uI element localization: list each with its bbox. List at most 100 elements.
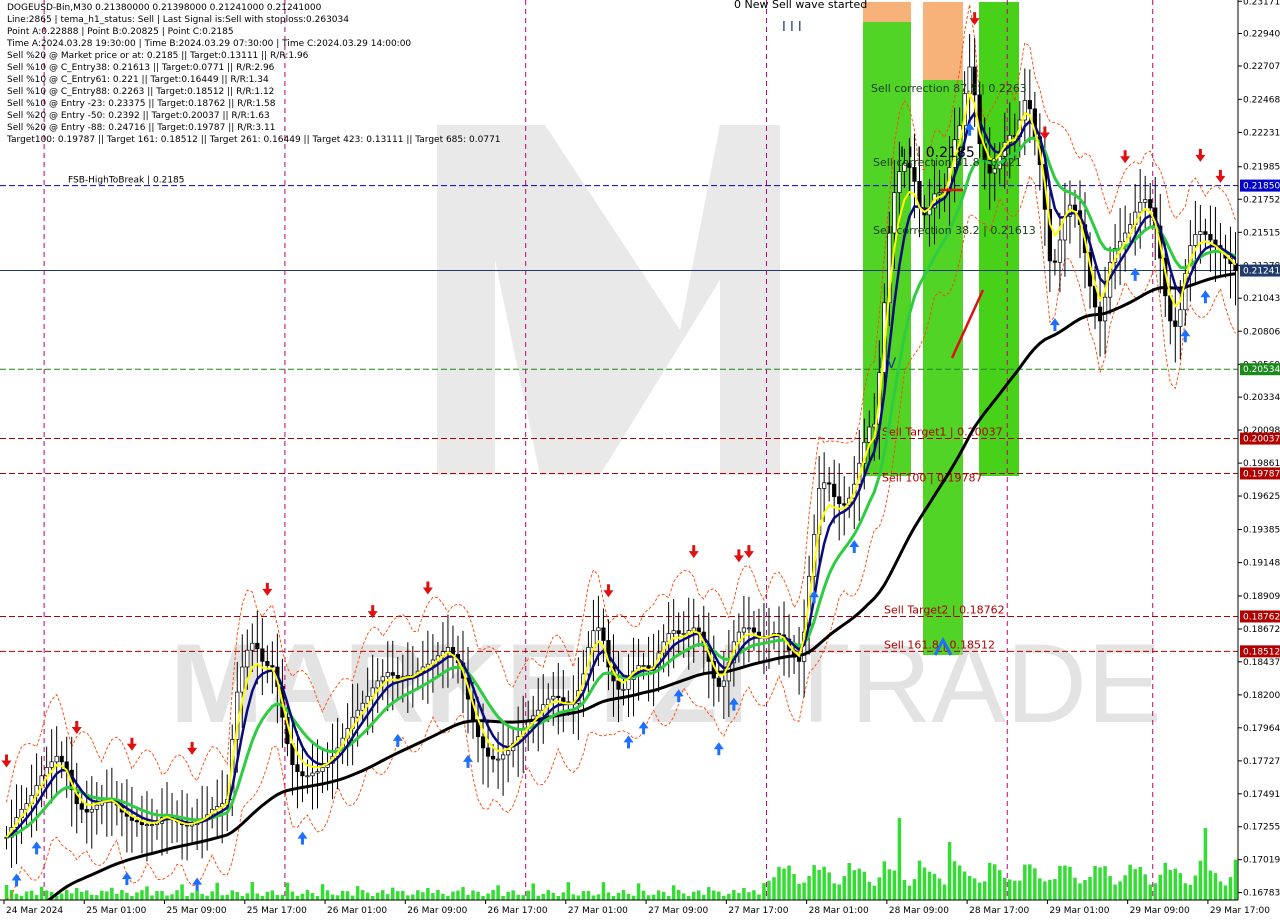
volume-bar — [1158, 874, 1163, 900]
volume-bar — [85, 890, 89, 900]
volume-bar — [501, 895, 505, 900]
buy-arrow-icon — [1200, 290, 1211, 304]
volume-bar — [621, 890, 626, 900]
volume-bar — [837, 884, 841, 900]
sell-arrow-icon — [1215, 169, 1226, 183]
candle-bear — [796, 656, 802, 662]
candle-bull — [641, 665, 646, 667]
volume-bar — [330, 894, 335, 900]
volume-bar — [165, 895, 169, 900]
volume-bar — [110, 887, 114, 900]
volume-bar — [295, 895, 300, 900]
volume-bar — [260, 895, 265, 900]
level-price-tag-text: 0.20037 — [1243, 435, 1280, 445]
volume-bar — [832, 883, 836, 900]
volume-bar — [521, 895, 525, 900]
volume-bar — [937, 878, 942, 900]
volume-bar — [531, 883, 535, 900]
candle-bull — [721, 680, 726, 687]
candle-bear — [1052, 260, 1058, 263]
volume-bar — [471, 890, 475, 900]
volume-bar — [1208, 870, 1213, 900]
volume-bar — [712, 890, 716, 900]
candle-bull — [741, 627, 747, 633]
candle-bull — [54, 755, 59, 763]
level-text: Sell Target2 | 0.18762 — [884, 603, 1005, 616]
y-tick-label: 0.21043 — [1243, 294, 1280, 304]
volume-bar — [636, 883, 641, 900]
candle-bear — [601, 627, 606, 641]
volume-bar — [125, 892, 129, 900]
volume-bar — [411, 894, 415, 900]
volume-bar — [240, 895, 245, 900]
y-tick-label: 0.20334 — [1243, 393, 1280, 403]
y-tick-label: 0.21752 — [1243, 195, 1280, 205]
volume-bar — [917, 860, 922, 900]
volume-bar — [355, 886, 360, 900]
volume-bar — [446, 895, 450, 900]
volume-bar — [39, 886, 44, 900]
y-tick-label: 0.18437 — [1243, 658, 1280, 668]
candle-bear — [837, 496, 842, 505]
volume-bar — [285, 882, 290, 900]
volume-bar — [1138, 866, 1142, 900]
volume-bar — [892, 870, 897, 900]
y-tick-label: 0.22940 — [1243, 29, 1280, 39]
volume-bar — [1008, 879, 1012, 900]
candle-bear — [59, 755, 64, 763]
volume-bar — [24, 891, 29, 900]
candle-bull — [937, 192, 942, 195]
x-tick-label: 26 Mar 01:00 — [327, 906, 387, 916]
candle-bull — [1178, 309, 1183, 327]
volume-bar — [526, 890, 530, 900]
candle-bull — [746, 627, 752, 630]
volume-bar — [967, 876, 972, 900]
y-tick-label: 0.19385 — [1243, 526, 1280, 536]
volume-bar — [952, 861, 957, 900]
volume-bar — [461, 887, 465, 900]
level-price-tag-text: 0.21850 — [1243, 182, 1280, 192]
candle-bull — [144, 824, 150, 827]
volume-bar — [486, 893, 490, 900]
volume-bar — [305, 890, 310, 900]
volume-bar — [646, 895, 651, 900]
volume-bar — [827, 872, 831, 900]
volume-bar — [506, 891, 510, 900]
header-line: Line:2865 | tema_h1_status: Sell | Last … — [7, 15, 349, 25]
header-line: DOGEUSD-Bin,M30 0.21380000 0.21398000 0.… — [7, 3, 322, 13]
volume-bar — [481, 895, 485, 900]
candle-bull — [360, 702, 365, 711]
volume-bar — [671, 885, 676, 900]
candle-bear — [485, 747, 491, 757]
candle-bear — [1072, 204, 1078, 212]
volume-bar — [34, 895, 39, 900]
candle-bull — [506, 750, 511, 756]
level-price-tag-text: 0.21241 — [1243, 267, 1280, 277]
candle-bear — [912, 167, 917, 182]
volume-bar — [180, 884, 184, 900]
volume-bar — [707, 887, 711, 900]
candle-bull — [822, 482, 827, 489]
sell-arrow-icon — [71, 720, 82, 734]
candle-bull — [501, 754, 506, 760]
volume-bar — [561, 892, 566, 900]
y-tick-label: 0.23171 — [1243, 0, 1280, 7]
volume-bar — [822, 866, 826, 900]
candle-bull — [310, 772, 315, 777]
volume-bar — [255, 893, 260, 900]
candle-bull — [626, 679, 631, 690]
volume-bar — [456, 890, 460, 900]
volume-bar — [1188, 884, 1193, 900]
volume-bar — [64, 890, 69, 900]
candle-bull — [1057, 239, 1063, 263]
volume-bar — [265, 891, 270, 900]
volume-bar — [907, 885, 912, 900]
volume-bar — [1133, 869, 1137, 900]
volume-bar — [300, 893, 305, 900]
volume-bar — [576, 895, 581, 900]
volume-bar — [1153, 883, 1157, 900]
candle-bull — [992, 168, 997, 174]
candle-bull — [551, 695, 556, 700]
volume-bar — [882, 861, 887, 900]
sell-arrow-icon — [603, 584, 614, 598]
